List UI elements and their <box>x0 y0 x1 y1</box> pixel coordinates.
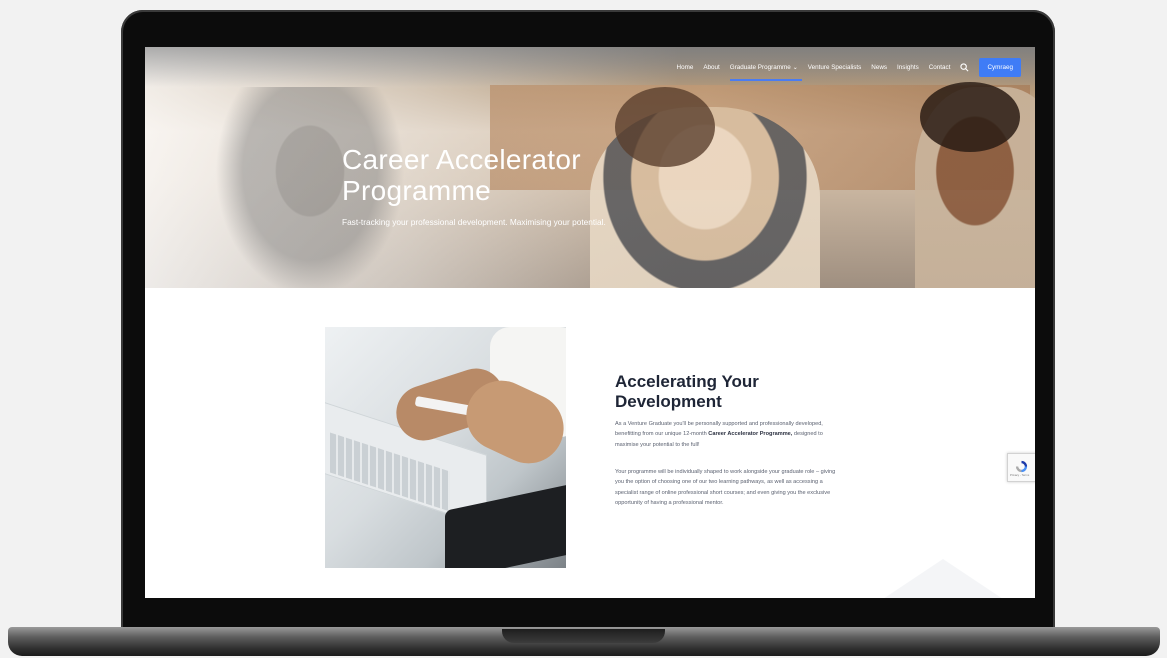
hero-subtitle: Fast-tracking your professional developm… <box>342 217 606 227</box>
cymraeg-button[interactable]: Cymraeg <box>979 57 1021 77</box>
main-nav: Home About Graduate Programme ⌄ Venture S… <box>677 56 1021 81</box>
programme-paragraph: Your programme will be individually shap… <box>615 469 836 507</box>
intro-paragraph: As a Venture Graduate you'll be personal… <box>615 419 840 450</box>
hero-title-line-1: Career Accelerator <box>342 144 581 175</box>
nav-venture-specialists[interactable]: Venture Specialists <box>808 64 862 71</box>
intro-text-bold: Career Accelerator Programme, <box>708 431 793 438</box>
hero-title: Career Accelerator Programme <box>342 144 581 206</box>
hero-image-hair-center <box>615 87 715 167</box>
nav-home[interactable]: Home <box>677 64 694 71</box>
hero-banner: Home About Graduate Programme ⌄ Venture S… <box>145 47 1035 288</box>
nav-insights[interactable]: Insights <box>897 64 919 71</box>
laptop-screen: Home About Graduate Programme ⌄ Venture S… <box>145 47 1035 598</box>
laptop-notch <box>502 629 665 643</box>
section-heading: Accelerating Your Development <box>615 372 759 412</box>
nav-news[interactable]: News <box>871 64 887 71</box>
section-heading-line-2: Development <box>615 392 722 411</box>
recaptcha-badge[interactable]: Privacy - Terms <box>1007 453 1035 482</box>
laptop-tablet-photo <box>325 327 566 568</box>
hero-title-line-2: Programme <box>342 175 491 206</box>
nav-graduate-programme[interactable]: Graduate Programme ⌄ <box>729 63 802 81</box>
search-icon[interactable] <box>960 62 969 72</box>
decorative-triangle <box>883 559 1003 598</box>
hero-image-hair-right <box>920 82 1020 152</box>
nav-contact[interactable]: Contact <box>929 64 951 71</box>
chevron-down-icon: ⌄ <box>792 64 798 71</box>
section-heading-line-1: Accelerating Your <box>615 372 759 391</box>
recaptcha-icon <box>1015 458 1028 473</box>
nav-graduate-programme-label: Graduate Programme <box>729 63 791 71</box>
recaptcha-links[interactable]: Privacy - Terms <box>1010 473 1029 477</box>
nav-about[interactable]: About <box>703 64 719 71</box>
